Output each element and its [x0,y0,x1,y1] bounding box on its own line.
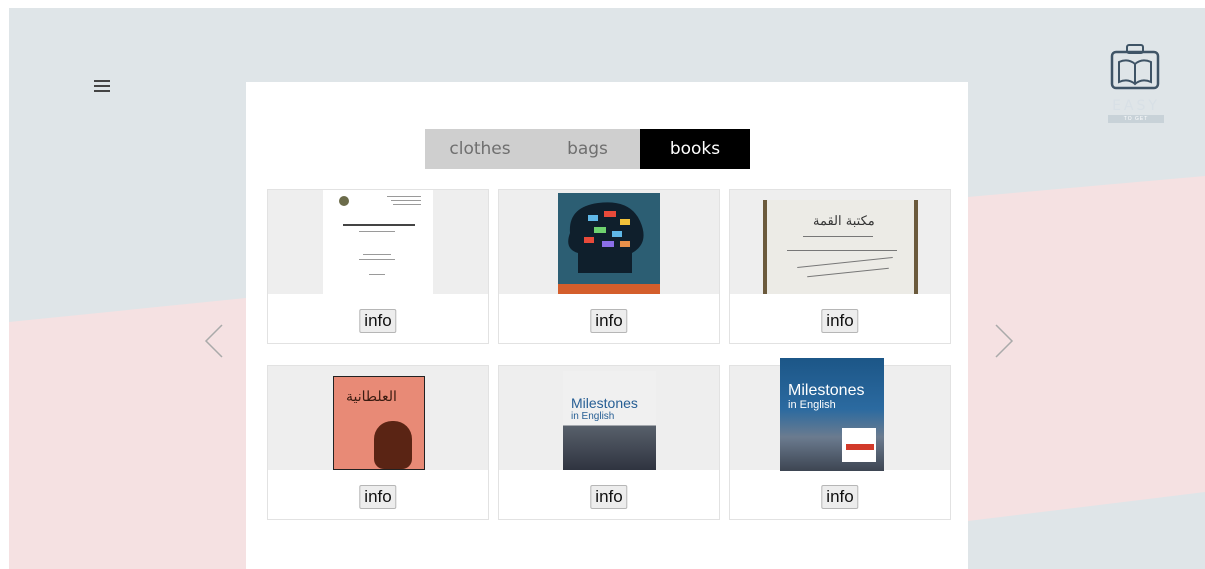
product-card: info [498,189,720,344]
product-image-area: مكتبة القمة [730,190,950,294]
milestones-title: Milestones in English [788,382,865,412]
product-image-area [268,190,488,294]
book-cover-notebook[interactable]: مكتبة القمة [763,200,918,294]
product-card: Milestones in English info [729,358,951,520]
product-image-area [499,190,719,294]
info-button[interactable]: info [359,309,397,333]
milestones-title-main: Milestones [571,395,638,411]
easy-to-get-logo[interactable]: EASY TO GET [1098,42,1174,128]
book-cover-milestones-1[interactable]: Milestones in English [563,371,656,470]
product-card: مكتبة القمة info [729,189,951,344]
book-cover-document[interactable] [323,190,433,294]
info-button[interactable]: info [590,485,628,509]
book-cover-brain[interactable] [558,193,660,294]
product-image-area: العلطانية [268,366,488,470]
tab-books[interactable]: books [640,129,750,169]
guitar-illustration [374,421,412,469]
suitcase-book-icon [1110,44,1160,90]
info-button[interactable]: info [821,309,859,333]
brain-illustration [568,202,644,273]
info-button[interactable]: info [590,309,628,333]
previous-arrow-icon[interactable] [200,321,230,361]
milestones-subtitle: in English [788,399,836,411]
product-card: info [267,189,489,344]
arabic-book-title: العلطانية [346,389,397,405]
logo-text: EASY [1112,98,1160,114]
hamburger-menu-icon[interactable] [94,80,110,93]
tab-bags[interactable]: bags [535,129,640,169]
milestones-title-main: Milestones [788,382,865,399]
product-image-area: Milestones in English [730,358,950,471]
product-image-area: Milestones in English [499,366,719,470]
info-button[interactable]: info [821,485,859,509]
milestones-subtitle: in English [571,411,615,422]
book-cover-arabic[interactable]: العلطانية [333,376,425,470]
notebook-title: مكتبة القمة [813,214,875,229]
info-button[interactable]: info [359,485,397,509]
book-cover-milestones-2[interactable]: Milestones in English [780,358,884,471]
logo-subtext: TO GET [1108,115,1164,123]
price-tag [846,444,874,450]
tab-clothes[interactable]: clothes [425,129,535,169]
product-card: Milestones in English info [498,365,720,520]
category-tabs: clothes bags books [425,129,750,169]
product-card: العلطانية info [267,365,489,520]
next-arrow-icon[interactable] [988,321,1018,361]
milestones-title: Milestones in English [571,395,638,423]
products-panel: clothes bags books info info مكتبة القمة… [246,82,968,569]
